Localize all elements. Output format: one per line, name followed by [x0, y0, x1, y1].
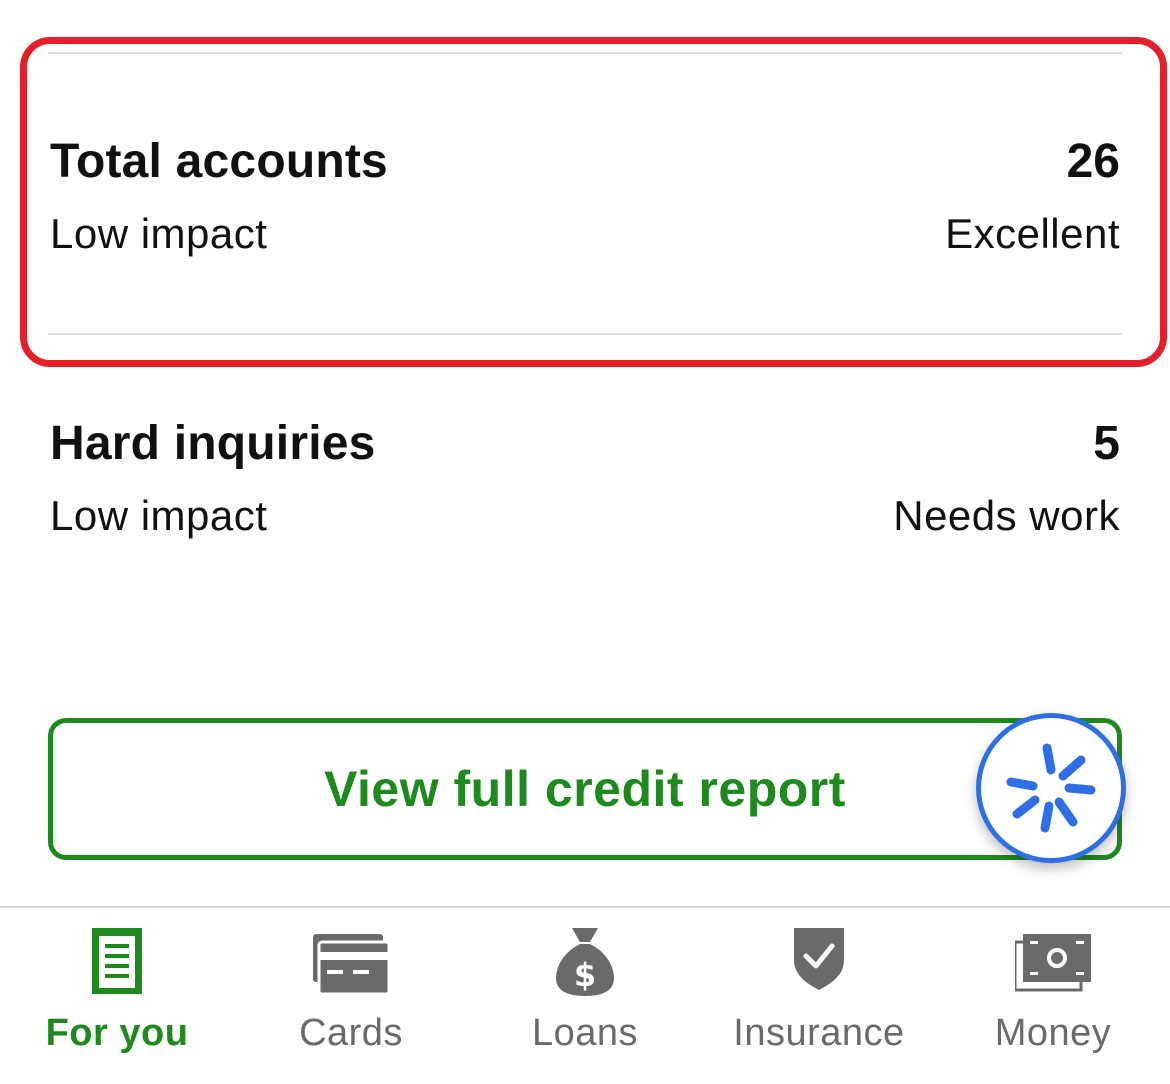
bottom-tab-bar: For you Cards $ Loans Insurance Money: [0, 906, 1170, 1084]
view-credit-report-button[interactable]: View full credit report: [48, 718, 1122, 860]
factor-impact: Low impact: [50, 210, 268, 257]
tab-label: Cards: [299, 1012, 403, 1054]
factor-row-total-accounts[interactable]: Total accounts 26 Low impact Excellent: [50, 134, 1120, 264]
money-bag-icon: $: [556, 928, 614, 996]
factor-value: 5: [1093, 417, 1120, 470]
tab-label: Loans: [531, 1012, 639, 1054]
divider: [48, 52, 1122, 54]
factor-title: Total accounts: [50, 135, 388, 188]
cash-icon: [1015, 934, 1091, 992]
tab-label: For you: [45, 1012, 189, 1054]
svg-text:$: $: [574, 956, 596, 994]
divider: [48, 333, 1122, 335]
sparkle-icon: [1006, 743, 1096, 833]
tab-for-you[interactable]: For you: [0, 908, 234, 1084]
credit-card-icon: [313, 934, 389, 994]
tab-cards[interactable]: Cards: [234, 908, 468, 1084]
document-icon: [92, 928, 142, 994]
tab-label: Insurance: [733, 1012, 905, 1054]
factor-value: 26: [1066, 135, 1120, 188]
tab-label: Money: [994, 1012, 1112, 1054]
factor-rating: Excellent: [945, 210, 1120, 257]
factor-impact: Low impact: [50, 492, 268, 539]
factor-rating: Needs work: [893, 492, 1120, 539]
shield-check-icon: [794, 928, 844, 990]
tab-money[interactable]: Money: [936, 908, 1170, 1084]
factor-row-hard-inquiries[interactable]: Hard inquiries 5 Low impact Needs work: [50, 416, 1120, 546]
tab-loans[interactable]: $ Loans: [468, 908, 702, 1084]
factor-title: Hard inquiries: [50, 417, 376, 470]
assistant-button[interactable]: [976, 713, 1126, 863]
tab-insurance[interactable]: Insurance: [702, 908, 936, 1084]
